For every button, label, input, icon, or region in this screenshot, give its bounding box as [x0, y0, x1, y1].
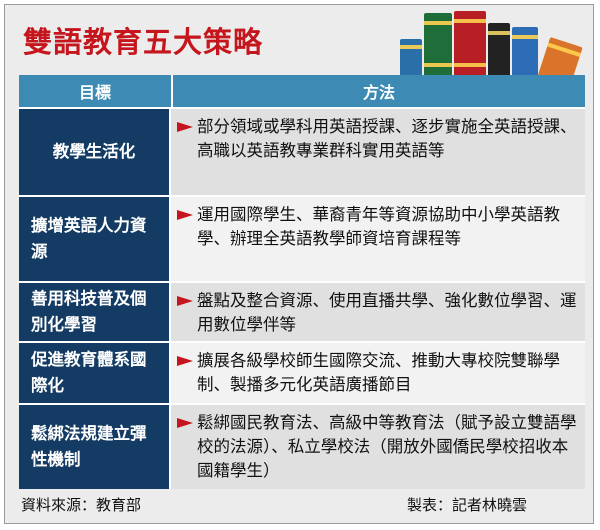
red-triangle-arrow-icon	[177, 355, 197, 367]
red-triangle-arrow-icon	[177, 209, 197, 221]
table-row: 教學生活化 部分領域或學科用英語授課、逐步實施全英語授課、高職以英語教專業群科實…	[19, 107, 585, 195]
credit-note: 製表：記者林曉雲	[406, 496, 527, 514]
red-triangle-arrow-icon	[177, 417, 197, 429]
table-header: 目標 方法	[19, 75, 585, 107]
book-blue-2	[512, 27, 538, 75]
red-triangle-arrow-icon	[177, 295, 197, 307]
strategy-table: 目標 方法 教學生活化 部分領域或學科用英語授課、逐步實施全英語授課、高職以英語…	[19, 75, 585, 489]
books-illustration	[400, 11, 583, 86]
goal-cell: 促進教育體系國際化	[19, 343, 171, 403]
book-green	[424, 13, 452, 75]
header-method: 方法	[362, 83, 395, 102]
book-blue	[400, 39, 422, 75]
red-triangle-arrow-icon	[177, 121, 197, 133]
goal-cell: 擴增英語人力資源	[19, 197, 171, 281]
goal-cell: 教學生活化	[19, 109, 171, 195]
header-goal: 目標	[19, 75, 173, 107]
goal-cell: 鬆綁法規建立彈性機制	[19, 405, 171, 489]
table-row: 促進教育體系國際化 擴展各級學校師生國際交流、推動大專校院雙聯學制、製播多元化英…	[19, 341, 585, 403]
source-note: 資料來源：教育部	[21, 496, 142, 514]
method-cell: 部分領域或學科用英語授課、逐步實施全英語授課、高職以英語教專業群科實用英語等	[171, 109, 585, 195]
book-black	[488, 23, 510, 75]
table-row: 鬆綁法規建立彈性機制 鬆綁國民教育法、高級中等教育法（賦予設立雙語學校的法源）、…	[19, 403, 585, 489]
page-title: 雙語教育五大策略	[23, 25, 264, 59]
method-cell: 鬆綁國民教育法、高級中等教育法（賦予設立雙語學校的法源）、私立學校法（開放外國僑…	[171, 405, 585, 489]
goal-cell: 善用科技普及個別化學習	[19, 283, 171, 341]
table-row: 擴增英語人力資源 運用國際學生、華裔青年等資源協助中小學英語教學、辦理全英語教學…	[19, 195, 585, 281]
method-text: 盤點及整合資源、使用直播共學、強化數位學習、運用數位學伴等	[197, 291, 577, 334]
method-text: 運用國際學生、華裔青年等資源協助中小學英語教學、辦理全英語教學師資培育課程等	[197, 205, 560, 248]
method-cell: 盤點及整合資源、使用直播共學、強化數位學習、運用數位學伴等	[171, 283, 585, 341]
infographic-frame: 雙語教育五大策略 目標 方法 教學生活化 部分領域或學科用英語授課、逐步實施全英…	[4, 4, 594, 524]
method-text: 擴展各級學校師生國際交流、推動大專校院雙聯學制、製播多元化英語廣播節目	[197, 351, 560, 394]
method-text: 部分領域或學科用英語授課、逐步實施全英語授課、高職以英語教專業群科實用英語等	[197, 117, 577, 160]
method-text: 鬆綁國民教育法、高級中等教育法（賦予設立雙語學校的法源）、私立學校法（開放外國僑…	[197, 413, 577, 480]
book-red	[454, 11, 486, 75]
table-row: 善用科技普及個別化學習 盤點及整合資源、使用直播共學、強化數位學習、運用數位學伴…	[19, 281, 585, 341]
method-cell: 擴展各級學校師生國際交流、推動大專校院雙聯學制、製播多元化英語廣播節目	[171, 343, 585, 403]
method-cell: 運用國際學生、華裔青年等資源協助中小學英語教學、辦理全英語教學師資培育課程等	[171, 197, 585, 281]
